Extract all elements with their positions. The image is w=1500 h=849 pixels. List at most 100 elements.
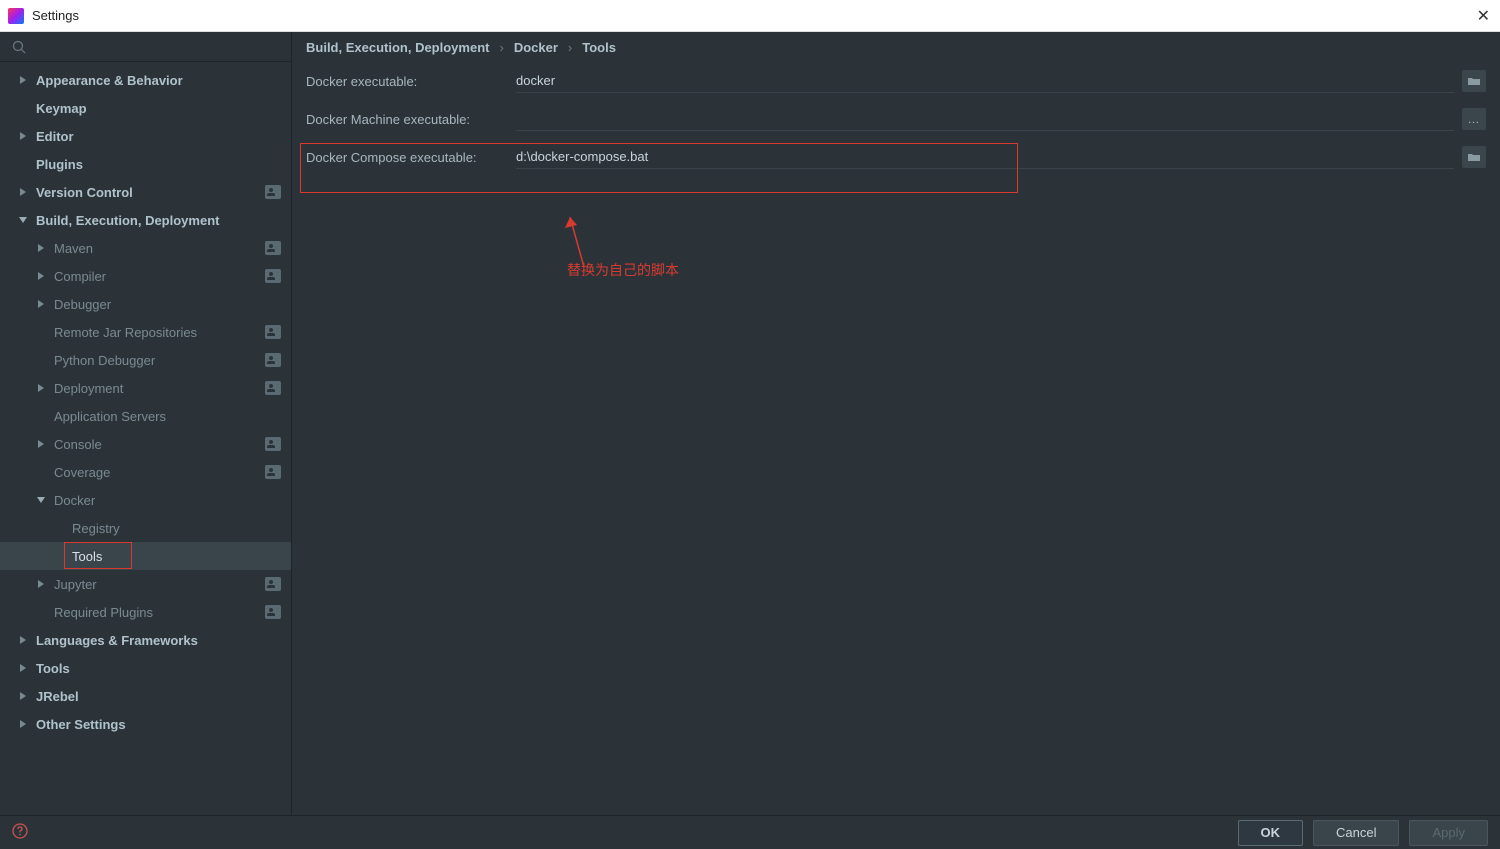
tree-item-other-settings[interactable]: Other Settings [0, 710, 291, 738]
tree-item-label: Compiler [54, 269, 265, 284]
breadcrumb-item[interactable]: Build, Execution, Deployment [306, 40, 489, 55]
tree-item-label: Python Debugger [54, 353, 265, 368]
annotation-text: 替换为自己的脚本 [567, 260, 679, 280]
docker-machine-row: Docker Machine executable: … [292, 100, 1500, 138]
breadcrumb-item[interactable]: Docker [514, 40, 558, 55]
main-panel: Build, Execution, Deployment › Docker › … [292, 32, 1500, 815]
arrow-placeholder [36, 467, 46, 477]
tree-item-python-debugger[interactable]: Python Debugger [0, 346, 291, 374]
tree-item-label: Tools [36, 661, 281, 676]
close-icon[interactable]: ✕ [1477, 6, 1490, 26]
chevron-right-icon [36, 579, 46, 589]
arrow-placeholder [54, 523, 64, 533]
folder-icon [1467, 75, 1481, 87]
chevron-right-icon [18, 691, 28, 701]
docker-machine-input[interactable] [516, 107, 1454, 131]
tree-item-jupyter[interactable]: Jupyter [0, 570, 291, 598]
tree-item-label: Other Settings [36, 717, 281, 732]
breadcrumb: Build, Execution, Deployment › Docker › … [292, 32, 1500, 62]
project-badge-icon [265, 325, 281, 339]
tree-item-label: Required Plugins [54, 605, 265, 620]
tree-item-appearance-behavior[interactable]: Appearance & Behavior [0, 66, 291, 94]
tree-item-label: Coverage [54, 465, 265, 480]
breadcrumb-item: Tools [582, 40, 616, 55]
tree-item-label: Debugger [54, 297, 281, 312]
arrow-placeholder [36, 411, 46, 421]
arrow-placeholder [36, 607, 46, 617]
project-badge-icon [265, 353, 281, 367]
project-badge-icon [265, 605, 281, 619]
tree-item-label: Plugins [36, 157, 281, 172]
tree-item-remote-jar-repositories[interactable]: Remote Jar Repositories [0, 318, 291, 346]
search-row [0, 32, 291, 62]
cancel-button[interactable]: Cancel [1313, 820, 1399, 846]
tree-item-tools[interactable]: Tools [0, 654, 291, 682]
tree-item-label: Jupyter [54, 577, 265, 592]
tree-item-registry[interactable]: Registry [0, 514, 291, 542]
tree-item-label: Docker [54, 493, 281, 508]
tree-item-plugins[interactable]: Plugins [0, 150, 291, 178]
tree-item-label: JRebel [36, 689, 281, 704]
ok-button[interactable]: OK [1238, 820, 1304, 846]
tree-item-label: Tools [72, 549, 281, 564]
project-badge-icon [265, 437, 281, 451]
help-icon[interactable] [12, 823, 28, 843]
chevron-right-icon [18, 131, 28, 141]
arrow-placeholder [36, 327, 46, 337]
search-input[interactable] [32, 39, 279, 54]
arrow-placeholder [18, 103, 28, 113]
tree-item-label: Deployment [54, 381, 265, 396]
tree-item-coverage[interactable]: Coverage [0, 458, 291, 486]
tree-item-version-control[interactable]: Version Control [0, 178, 291, 206]
tree-item-label: Editor [36, 129, 281, 144]
docker-exec-input[interactable] [516, 69, 1454, 93]
tree-item-label: Remote Jar Repositories [54, 325, 265, 340]
annotation-arrow-icon [562, 212, 592, 272]
tree-item-label: Version Control [36, 185, 265, 200]
arrow-placeholder [54, 551, 64, 561]
chevron-right-icon [18, 187, 28, 197]
tree-item-required-plugins[interactable]: Required Plugins [0, 598, 291, 626]
chevron-right-icon [18, 719, 28, 729]
tree-item-deployment[interactable]: Deployment [0, 374, 291, 402]
browse-button[interactable] [1462, 146, 1486, 168]
tree-item-console[interactable]: Console [0, 430, 291, 458]
tree-item-debugger[interactable]: Debugger [0, 290, 291, 318]
tree-item-label: Keymap [36, 101, 281, 116]
tree-item-label: Application Servers [54, 409, 281, 424]
docker-exec-row: Docker executable: [292, 62, 1500, 100]
tree-item-jrebel[interactable]: JRebel [0, 682, 291, 710]
titlebar: Settings ✕ [0, 0, 1500, 32]
tree-item-build-execution-deployment[interactable]: Build, Execution, Deployment [0, 206, 291, 234]
tree-item-editor[interactable]: Editor [0, 122, 291, 150]
tree-item-label: Appearance & Behavior [36, 73, 281, 88]
tree-item-maven[interactable]: Maven [0, 234, 291, 262]
tree-item-label: Languages & Frameworks [36, 633, 281, 648]
chevron-down-icon [18, 215, 28, 225]
settings-tree: Appearance & Behavior Keymap Editor Plugins… [0, 62, 291, 815]
tree-item-keymap[interactable]: Keymap [0, 94, 291, 122]
footer: OK Cancel Apply [0, 815, 1500, 849]
chevron-right-icon [36, 383, 46, 393]
more-button[interactable]: … [1462, 108, 1486, 130]
arrow-placeholder [36, 355, 46, 365]
docker-compose-input[interactable] [516, 145, 1454, 169]
tree-item-application-servers[interactable]: Application Servers [0, 402, 291, 430]
chevron-right-icon [36, 271, 46, 281]
tree-item-docker[interactable]: Docker [0, 486, 291, 514]
docker-compose-label: Docker Compose executable: [306, 150, 516, 165]
project-badge-icon [265, 465, 281, 479]
tree-item-tools[interactable]: Tools [0, 542, 291, 570]
chevron-right-icon [36, 299, 46, 309]
browse-button[interactable] [1462, 70, 1486, 92]
tree-item-languages-frameworks[interactable]: Languages & Frameworks [0, 626, 291, 654]
project-badge-icon [265, 269, 281, 283]
project-badge-icon [265, 577, 281, 591]
apply-button[interactable]: Apply [1409, 820, 1488, 846]
tree-item-label: Build, Execution, Deployment [36, 213, 281, 228]
project-badge-icon [265, 381, 281, 395]
window-title: Settings [32, 8, 79, 23]
chevron-right-icon [18, 75, 28, 85]
tree-item-compiler[interactable]: Compiler [0, 262, 291, 290]
sidebar: Appearance & Behavior Keymap Editor Plugins… [0, 32, 292, 815]
